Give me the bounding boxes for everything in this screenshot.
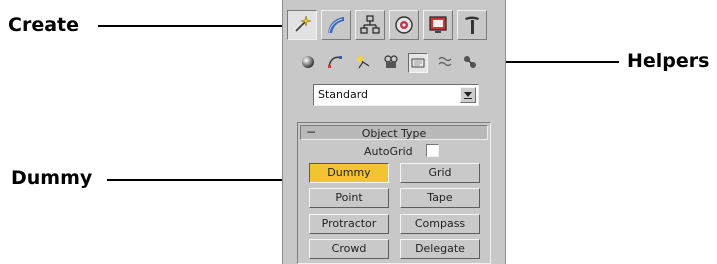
category-shapes[interactable] — [326, 53, 346, 73]
create-icon — [295, 15, 312, 32]
delegate-button[interactable]: Delegate — [400, 239, 480, 259]
motion-icon — [395, 16, 413, 34]
tab-create[interactable] — [287, 10, 317, 40]
category-space-warps[interactable] — [436, 53, 456, 73]
systems-icon — [464, 56, 476, 68]
tab-motion[interactable] — [389, 10, 419, 40]
shapes-icon — [328, 56, 342, 68]
dummy-callout: Dummy — [11, 169, 92, 188]
command-panel: Standard − Object Type AutoGrid Dummy Gr… — [282, 0, 506, 264]
tab-display[interactable] — [423, 10, 453, 40]
object-category-row — [299, 51, 495, 73]
tab-hierarchy[interactable] — [355, 10, 385, 40]
category-systems[interactable] — [461, 53, 481, 73]
object-type-rollout: − Object Type AutoGrid Dummy Grid Point … — [297, 122, 491, 264]
crowd-button[interactable]: Crowd — [309, 239, 389, 259]
tape-button[interactable]: Tape — [400, 188, 480, 208]
autogrid-checkbox[interactable] — [426, 144, 439, 157]
helpers-icon — [411, 58, 425, 68]
protractor-button[interactable]: Protractor — [309, 214, 389, 234]
display-icon — [429, 16, 447, 33]
grid-button[interactable]: Grid — [400, 163, 480, 183]
dummy-button[interactable]: Dummy — [309, 163, 389, 183]
category-geometry[interactable] — [299, 53, 319, 73]
helpers-callout: Helpers — [627, 52, 709, 71]
dummy-leader-line — [107, 179, 305, 181]
cameras-icon — [384, 55, 398, 68]
create-callout-label: Create — [8, 14, 79, 36]
rollout-title: Object Type — [361, 127, 427, 140]
hierarchy-icon — [360, 15, 380, 34]
category-helpers[interactable] — [408, 53, 428, 73]
object-type-dropdown[interactable]: Standard — [313, 84, 479, 106]
category-cameras[interactable] — [382, 53, 402, 73]
modify-icon — [328, 17, 344, 34]
autogrid-label: AutoGrid — [364, 145, 413, 158]
helpers-callout-label: Helpers — [627, 50, 710, 72]
dropdown-arrow-button[interactable] — [460, 87, 476, 103]
tab-modify[interactable] — [321, 10, 351, 40]
command-panel-tabs — [287, 8, 501, 42]
tab-utilities[interactable] — [457, 10, 487, 40]
dummy-callout-label: Dummy — [11, 167, 93, 189]
rollout-header[interactable]: − Object Type — [300, 125, 488, 140]
point-button[interactable]: Point — [309, 188, 389, 208]
create-callout: Create — [8, 16, 79, 35]
chevron-down-icon — [464, 92, 472, 99]
lights-icon — [357, 56, 370, 69]
geometry-icon — [302, 56, 314, 68]
dropdown-value: Standard — [318, 88, 369, 101]
space-warps-icon — [438, 56, 452, 67]
create-leader-line — [98, 25, 290, 27]
utilities-icon — [465, 16, 479, 34]
category-lights[interactable] — [354, 53, 374, 73]
compass-button[interactable]: Compass — [400, 214, 480, 234]
